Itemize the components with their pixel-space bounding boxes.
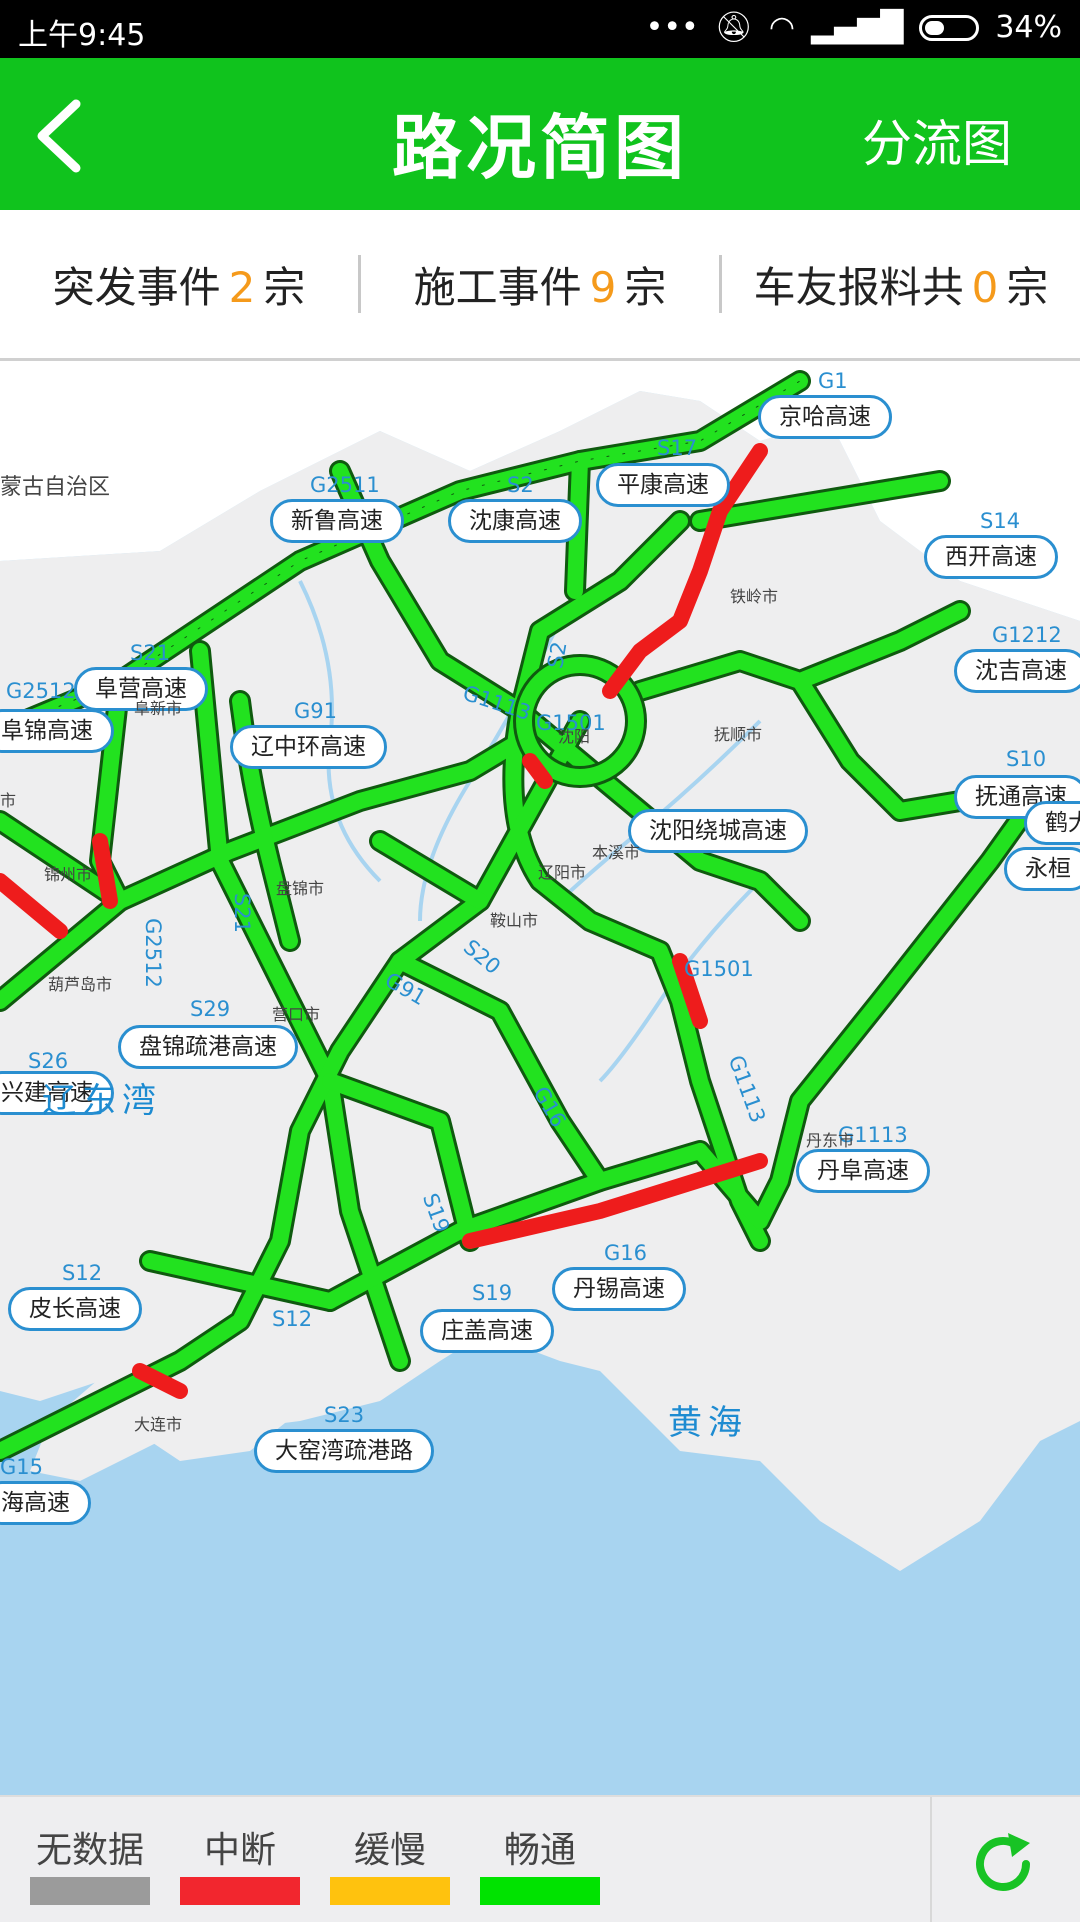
wifi-icon: ◠: [768, 10, 796, 45]
hwy-label[interactable]: 阜锦高速: [0, 709, 114, 753]
hwy-label[interactable]: 大窑湾疏港路: [254, 1429, 434, 1473]
hwy-label[interactable]: 鹤大: [1024, 801, 1080, 845]
hwy-code: G1212: [992, 623, 1062, 647]
hwy-label[interactable]: 沈吉高速: [954, 649, 1080, 693]
reports-count: 0: [971, 262, 999, 312]
title-bar: 路况简图 分流图: [0, 58, 1080, 210]
city-label: 鞍山市: [490, 911, 539, 930]
construction-events[interactable]: 施工事件 9 宗: [361, 254, 719, 315]
hwy-code: S10: [1006, 747, 1047, 771]
hwy-code: G91: [294, 699, 337, 723]
legend-label-blocked: 中断: [203, 1830, 276, 1871]
legend-swatch-slow: [330, 1877, 450, 1905]
city-label: 辽阳市: [538, 863, 587, 882]
city-label: 盘锦市: [276, 879, 325, 898]
road-code: G2512: [140, 918, 165, 988]
road-code: G1501: [684, 957, 754, 981]
city-label: 丹东市: [806, 1131, 855, 1150]
hwy-label[interactable]: 新鲁高速: [270, 499, 404, 543]
reports-label: 车友报料共: [753, 262, 964, 312]
road-code: S2: [543, 639, 572, 671]
legend-swatch-blocked: [180, 1877, 300, 1905]
legend-bar: 无数据 中断 缓慢 畅通: [0, 1795, 1080, 1922]
hwy-label[interactable]: 丹阜高速: [796, 1149, 930, 1193]
more-icon: •••: [645, 10, 699, 45]
emergency-count: 2: [228, 262, 256, 312]
legend-label-slow: 缓慢: [353, 1830, 426, 1871]
hwy-code: S29: [190, 997, 231, 1021]
city-label: 阜新市: [134, 699, 183, 718]
road-code: S21: [230, 892, 255, 934]
city-label: 本溪市: [592, 843, 641, 862]
emergency-events[interactable]: 突发事件 2 宗: [0, 254, 358, 315]
hwy-label[interactable]: 庄盖高速: [420, 1309, 554, 1353]
hwy-label[interactable]: 盘锦疏港高速: [118, 1025, 298, 1069]
city-label: 大连市: [134, 1415, 183, 1434]
diversion-map-button[interactable]: 分流图: [862, 104, 1012, 176]
sea-label: 辽东湾: [42, 1081, 162, 1121]
hwy-label[interactable]: 西开高速: [924, 535, 1058, 579]
legend-label-clear: 畅通: [503, 1830, 576, 1871]
hwy-label[interactable]: 丹锡高速: [552, 1267, 686, 1311]
hwy-label[interactable]: 沈康高速: [448, 499, 582, 543]
hwy-code: G15: [0, 1455, 43, 1479]
hwy-code: S14: [980, 509, 1021, 533]
hwy-label[interactable]: 永桓: [1004, 847, 1080, 891]
construction-unit: 宗: [624, 262, 667, 312]
hwy-code: G2512: [6, 679, 76, 703]
mute-icon: 🔕︎: [714, 10, 753, 45]
hwy-code: S12: [62, 1261, 103, 1285]
city-label: 铁岭市: [730, 587, 779, 606]
signal-icon: ▂▄▆█: [811, 10, 904, 45]
city-label: 抚顺市: [714, 725, 763, 744]
divider: [930, 1797, 932, 1922]
reports-unit: 宗: [1006, 262, 1049, 312]
traffic-map[interactable]: G1 京哈高速 S17 平康高速 S2 沈康高速 G2511 新鲁高速 S14 …: [0, 361, 1080, 1795]
hwy-code: G1: [818, 369, 848, 393]
emergency-label: 突发事件: [52, 262, 221, 312]
city-label: 沈阳: [558, 727, 591, 746]
user-reports[interactable]: 车友报料共 0 宗: [722, 254, 1080, 315]
status-icons: ••• 🔕︎ ◠ ▂▄▆█ 34%: [646, 10, 1062, 45]
event-counts: 突发事件 2 宗 施工事件 9 宗 车友报料共 0 宗: [0, 210, 1080, 361]
hwy-label[interactable]: 京哈高速: [758, 395, 892, 439]
hwy-code: S21: [130, 641, 171, 665]
map-canvas: [0, 361, 1080, 1571]
city-label: 锦州市: [44, 865, 93, 884]
road-code: S12: [272, 1307, 313, 1331]
legend-swatch-clear: [480, 1877, 600, 1905]
construction-count: 9: [589, 262, 617, 312]
construction-label: 施工事件: [413, 262, 582, 312]
city-label: 蒙古自治区: [0, 475, 111, 500]
hwy-code: G2511: [310, 473, 380, 497]
hwy-code: G16: [604, 1241, 647, 1265]
legend-swatch-nodata: [30, 1877, 150, 1905]
city-label: 市: [0, 791, 17, 810]
status-time: 上午9:45: [18, 18, 146, 53]
hwy-label[interactable]: 沈阳绕城高速: [628, 809, 808, 853]
hwy-code: S2: [507, 473, 534, 497]
battery-icon: [919, 14, 980, 41]
city-label: 葫芦岛市: [48, 975, 113, 994]
battery-percent: 34%: [995, 10, 1062, 45]
hwy-code: S26: [28, 1049, 69, 1073]
hwy-label[interactable]: 辽中环高速: [230, 725, 387, 769]
hwy-label[interactable]: 皮长高速: [8, 1287, 142, 1331]
legend-label-nodata: 无数据: [35, 1830, 144, 1871]
hwy-label[interactable]: 海高速: [0, 1481, 91, 1525]
status-bar: 上午9:45 ••• 🔕︎ ◠ ▂▄▆█ 34%: [0, 0, 1080, 58]
hwy-code: S17: [657, 436, 698, 460]
hwy-code: S19: [472, 1281, 513, 1305]
hwy-label[interactable]: 平康高速: [596, 463, 730, 507]
city-label: 营口市: [272, 1005, 321, 1024]
refresh-icon[interactable]: [968, 1829, 1038, 1899]
sea-label: 黄海: [668, 1403, 748, 1443]
hwy-code: S23: [324, 1403, 365, 1427]
emergency-unit: 宗: [263, 262, 306, 312]
